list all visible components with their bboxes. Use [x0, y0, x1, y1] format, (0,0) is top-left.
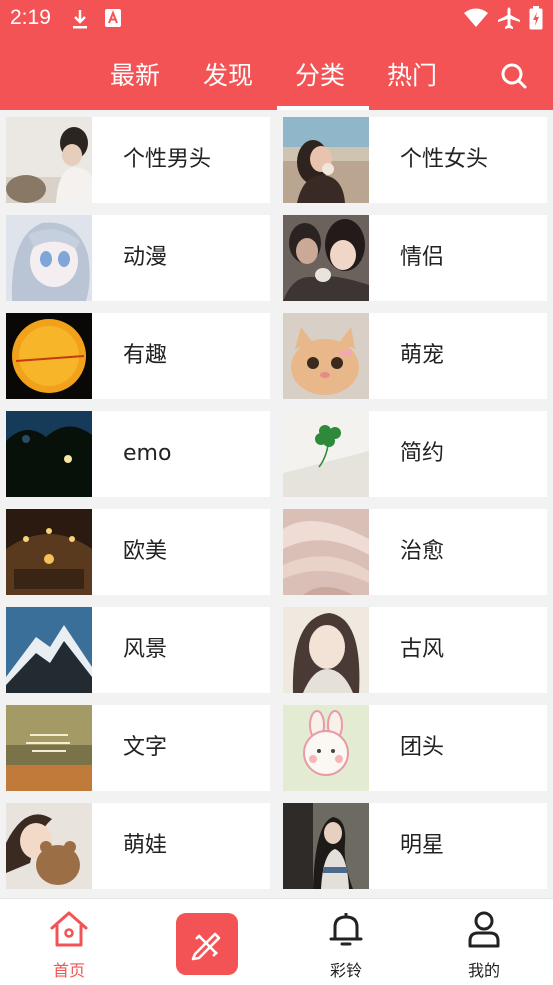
category-card-couple[interactable]: 情侣 [283, 215, 547, 301]
user-icon [468, 911, 500, 948]
category-label: 治愈 [400, 539, 445, 564]
category-label: 个性男头 [123, 147, 212, 172]
search-icon[interactable] [499, 61, 529, 91]
nav-ringtone[interactable]: 彩铃 [296, 899, 396, 985]
category-thumbnail [6, 705, 92, 791]
home-icon [50, 911, 88, 947]
category-thumbnail [6, 313, 92, 399]
category-thumbnail [283, 509, 369, 595]
category-label: emo [123, 441, 172, 466]
tab-latest[interactable]: 最新 [110, 56, 160, 92]
status-time: 2:19 [10, 6, 51, 29]
category-label: 萌娃 [123, 833, 168, 858]
category-card-group-avatar[interactable]: 团头 [283, 705, 547, 791]
category-card-funny[interactable]: 有趣 [6, 313, 270, 399]
category-label: 萌宠 [400, 343, 445, 368]
airplane-icon [498, 7, 520, 29]
edit-tools-button[interactable] [176, 913, 238, 975]
category-label: 团头 [400, 735, 445, 760]
category-thumbnail [283, 705, 369, 791]
category-label: 古风 [400, 637, 445, 662]
category-thumbnail [6, 509, 92, 595]
download-icon [73, 10, 87, 29]
nav-mine[interactable]: 我的 [434, 899, 534, 985]
category-label: 情侣 [400, 245, 445, 270]
category-card-celebrity[interactable]: 明星 [283, 803, 547, 889]
tab-discover[interactable]: 发现 [203, 56, 253, 92]
category-thumbnail [283, 117, 369, 203]
header-bar: 2:19 最新 发现 分类 热门 [0, 0, 553, 110]
category-label: 风景 [123, 637, 168, 662]
category-label: 简约 [400, 441, 445, 466]
status-bar: 2:19 [0, 0, 553, 38]
edit-tools-icon [191, 932, 221, 961]
category-card-pets[interactable]: 萌宠 [283, 313, 547, 399]
bottom-nav: 首页 彩铃 我的 [0, 898, 553, 985]
category-card-minimal[interactable]: 简约 [283, 411, 547, 497]
bell-icon [329, 913, 363, 946]
category-thumbnail [283, 411, 369, 497]
category-thumbnail [6, 607, 92, 693]
category-label: 动漫 [123, 245, 168, 270]
active-tab-indicator [277, 106, 369, 110]
category-card-male-avatar[interactable]: 个性男头 [6, 117, 270, 203]
category-label: 个性女头 [400, 147, 489, 172]
category-card-anime[interactable]: 动漫 [6, 215, 270, 301]
top-tabs: 最新 发现 分类 热门 [0, 50, 553, 110]
category-thumbnail [6, 803, 92, 889]
wifi-icon [464, 8, 488, 27]
category-card-western[interactable]: 欧美 [6, 509, 270, 595]
category-card-ancient-style[interactable]: 古风 [283, 607, 547, 693]
app-store-icon [105, 9, 121, 27]
category-thumbnail [283, 215, 369, 301]
category-card-healing[interactable]: 治愈 [283, 509, 547, 595]
category-thumbnail [6, 411, 92, 497]
category-card-scenery[interactable]: 风景 [6, 607, 270, 693]
category-card-text[interactable]: 文字 [6, 705, 270, 791]
nav-mine-label: 我的 [467, 961, 500, 980]
category-label: 明星 [400, 833, 445, 858]
nav-ringtone-label: 彩铃 [329, 961, 362, 980]
category-label: 文字 [123, 735, 168, 760]
category-label: 有趣 [123, 343, 168, 368]
category-thumbnail [6, 215, 92, 301]
category-thumbnail [283, 313, 369, 399]
tab-category[interactable]: 分类 [295, 56, 345, 92]
category-card-female-avatar[interactable]: 个性女头 [283, 117, 547, 203]
category-label: 欧美 [123, 539, 168, 564]
category-card-emo[interactable]: emo [6, 411, 270, 497]
nav-home-label: 首页 [52, 961, 85, 980]
category-card-babies[interactable]: 萌娃 [6, 803, 270, 889]
battery-icon [529, 6, 543, 30]
nav-home[interactable]: 首页 [19, 899, 119, 985]
category-thumbnail [283, 607, 369, 693]
category-thumbnail [6, 117, 92, 203]
tab-hot[interactable]: 热门 [387, 56, 437, 92]
category-thumbnail [283, 803, 369, 889]
